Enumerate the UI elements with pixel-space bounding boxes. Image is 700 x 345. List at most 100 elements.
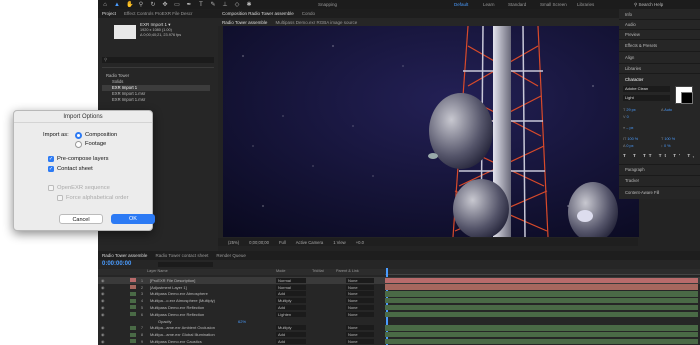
eraser-tool-icon[interactable]: ◇ bbox=[234, 2, 240, 8]
text-tool-icon[interactable]: T bbox=[198, 2, 204, 8]
layer-color-label[interactable] bbox=[130, 305, 136, 310]
text-style-buttons[interactable]: T T TT Tt T' T, bbox=[623, 153, 697, 158]
brush-tool-icon[interactable]: ✎ bbox=[210, 2, 216, 8]
layer-color-label[interactable] bbox=[130, 285, 136, 290]
workspace-standard[interactable]: Standard bbox=[508, 0, 526, 9]
layer-mode-dropdown[interactable]: Multiply bbox=[276, 325, 306, 331]
visibility-eye-icon[interactable]: ◉ bbox=[98, 332, 108, 337]
pen-tool-icon[interactable]: ✒ bbox=[186, 2, 192, 8]
layer-parent-dropdown[interactable]: None bbox=[346, 325, 374, 331]
panel-info[interactable]: Info bbox=[625, 12, 632, 17]
layer-color-label[interactable] bbox=[130, 312, 136, 317]
subtab-radio-tower[interactable]: Radio Tower assemble bbox=[222, 20, 267, 25]
layer-parent-dropdown[interactable] bbox=[346, 319, 374, 324]
layer-parent-dropdown[interactable]: None bbox=[346, 291, 374, 297]
selection-tool-icon[interactable]: ▲ bbox=[114, 2, 120, 8]
layer-duration-bar[interactable] bbox=[385, 284, 698, 290]
layer-name[interactable]: [Adjustment Layer 1] bbox=[150, 285, 250, 290]
layer-mode-dropdown[interactable]: Add bbox=[276, 338, 306, 344]
layer-row[interactable]: ◉ 5 Multipass Demo.exr Reflection Add None bbox=[98, 304, 700, 311]
composition-viewer[interactable] bbox=[223, 26, 639, 237]
layer-parent-dropdown[interactable]: None bbox=[346, 332, 374, 338]
layer-color-label[interactable] bbox=[130, 291, 136, 296]
layer-duration-bar[interactable] bbox=[385, 311, 698, 317]
visibility-eye-icon[interactable]: ◉ bbox=[98, 291, 108, 296]
layer-row[interactable]: ◉ 8 Multipa...ame.exr Global Illumination A… bbox=[98, 331, 700, 338]
panel-content-aware-fill[interactable]: Content-Aware Fill bbox=[625, 190, 659, 195]
layer-color-label[interactable] bbox=[130, 325, 136, 330]
workspace-learn[interactable]: Learn bbox=[483, 0, 495, 9]
current-time-display[interactable]: 0;00;00;00 bbox=[249, 240, 269, 245]
snapping-toggle[interactable]: Snapping bbox=[318, 2, 337, 7]
layer-mode-dropdown[interactable]: Add bbox=[276, 304, 306, 310]
layer-color-label[interactable] bbox=[130, 298, 136, 303]
layer-parent-dropdown[interactable]: None bbox=[346, 311, 374, 317]
project-tree-item-solids[interactable]: Solids bbox=[102, 79, 210, 85]
panel-tracker[interactable]: Tracker bbox=[625, 178, 639, 183]
horizontal-scale-field[interactable]: T 100 % bbox=[661, 137, 675, 141]
layer-duration-bar[interactable] bbox=[385, 277, 698, 283]
puppet-tool-icon[interactable]: ✱ bbox=[246, 2, 252, 8]
layer-duration-bar[interactable] bbox=[385, 318, 698, 324]
rectangle-tool-icon[interactable]: ▭ bbox=[174, 2, 180, 8]
contact-sheet-checkbox[interactable]: ✓ bbox=[48, 166, 54, 172]
baseline-field[interactable]: A 0 px bbox=[623, 144, 634, 148]
col-mode[interactable]: Mode bbox=[276, 269, 286, 273]
tsume-field[interactable]: ↕ 0 % bbox=[661, 144, 671, 148]
layer-name[interactable]: Multipa...ame.exr Global Illumination bbox=[150, 332, 250, 337]
layer-row[interactable]: ◉ 4 Multipa...o.exr Atmosphere (Multiply) M… bbox=[98, 297, 700, 304]
layer-mode-dropdown[interactable]: Normal bbox=[276, 284, 306, 290]
panel-paragraph[interactable]: Paragraph bbox=[625, 167, 645, 172]
exposure-value[interactable]: +0.0 bbox=[356, 240, 364, 245]
panel-audio[interactable]: Audio bbox=[625, 22, 636, 27]
font-style-dropdown[interactable]: Light bbox=[623, 95, 670, 101]
openexr-sequence-checkbox[interactable] bbox=[48, 185, 54, 191]
layer-name[interactable]: Multipass Demo.exr Reflection bbox=[150, 305, 250, 310]
kerning-field[interactable]: V 0 bbox=[623, 115, 629, 119]
visibility-eye-icon[interactable]: ◉ bbox=[98, 285, 108, 290]
workspace-libraries[interactable]: Libraries bbox=[577, 0, 594, 9]
layer-mode-dropdown[interactable]: Lighten bbox=[276, 311, 306, 317]
layer-mode-dropdown[interactable]: Multiply bbox=[276, 298, 306, 304]
hand-tool-icon[interactable]: ✋ bbox=[126, 2, 133, 8]
layer-name[interactable]: Multipass Demo.exr Reflection bbox=[150, 312, 250, 317]
layer-mode-dropdown[interactable]: Add bbox=[276, 332, 306, 338]
col-trkmat[interactable]: TrkMat bbox=[312, 269, 324, 273]
visibility-eye-icon[interactable]: ◉ bbox=[98, 312, 108, 317]
layer-parent-dropdown[interactable]: None bbox=[346, 338, 374, 344]
panel-character[interactable]: Character bbox=[625, 77, 643, 82]
project-tree-item-exr-msr-2[interactable]: EXR Import 1.msr bbox=[102, 97, 210, 103]
layer-color-label[interactable] bbox=[130, 339, 136, 344]
tab-timeline-radio-tower[interactable]: Radio Tower assemble bbox=[102, 253, 147, 258]
font-size-field[interactable]: T 29 px bbox=[623, 108, 636, 112]
layer-name[interactable]: Opacity bbox=[150, 319, 250, 324]
resolution-dropdown[interactable]: Full bbox=[279, 240, 286, 245]
col-parent[interactable]: Parent & Link bbox=[336, 269, 359, 273]
visibility-eye-icon[interactable]: ◉ bbox=[98, 325, 108, 330]
layer-color-label[interactable] bbox=[130, 319, 136, 323]
search-help-input[interactable]: ⚲ Search Help bbox=[634, 0, 663, 9]
layer-name[interactable]: Multipa...o.exr Atmosphere (Multiply) bbox=[150, 298, 250, 303]
layer-row[interactable]: ◉ 3 Multipass Demo.exr Atmosphere Add None bbox=[98, 291, 700, 298]
layer-name[interactable]: Multipass Demo.exr Atmosphere bbox=[150, 291, 250, 296]
project-tree-item-exr-msr-1[interactable]: EXR Import 1.msr bbox=[102, 91, 210, 97]
tab-project[interactable]: Project bbox=[102, 11, 116, 16]
pan-tool-icon[interactable]: ✥ bbox=[162, 2, 168, 8]
layer-mode-dropdown[interactable]: Add bbox=[276, 291, 306, 297]
magnification-dropdown[interactable]: (25%) bbox=[228, 240, 239, 245]
layer-duration-bar[interactable] bbox=[385, 297, 698, 304]
layer-name[interactable]: Multipass Demo.exr Caustics bbox=[150, 339, 250, 344]
layer-parent-dropdown[interactable]: None bbox=[346, 298, 374, 304]
layer-color-label[interactable] bbox=[130, 332, 136, 337]
layer-name[interactable]: [ProEXR File Description] bbox=[150, 278, 250, 283]
workspace-small-screen[interactable]: Small Screen bbox=[540, 0, 567, 9]
layer-row[interactable]: ◉ 6 Multipass Demo.exr Reflection Lighten No… bbox=[98, 311, 700, 318]
layer-duration-bar[interactable] bbox=[385, 338, 698, 345]
timeline-timecode[interactable]: 0:00:00:00 bbox=[102, 261, 131, 267]
layer-name[interactable]: Multipa...ame.exr Ambient Occlusion bbox=[150, 325, 250, 330]
layer-parent-dropdown[interactable]: None bbox=[346, 284, 374, 290]
stamp-tool-icon[interactable]: ⊥ bbox=[222, 2, 228, 8]
radio-composition-label[interactable]: Composition bbox=[85, 132, 117, 138]
layer-color-label[interactable] bbox=[130, 278, 136, 283]
orbit-tool-icon[interactable]: ↻ bbox=[150, 2, 156, 8]
